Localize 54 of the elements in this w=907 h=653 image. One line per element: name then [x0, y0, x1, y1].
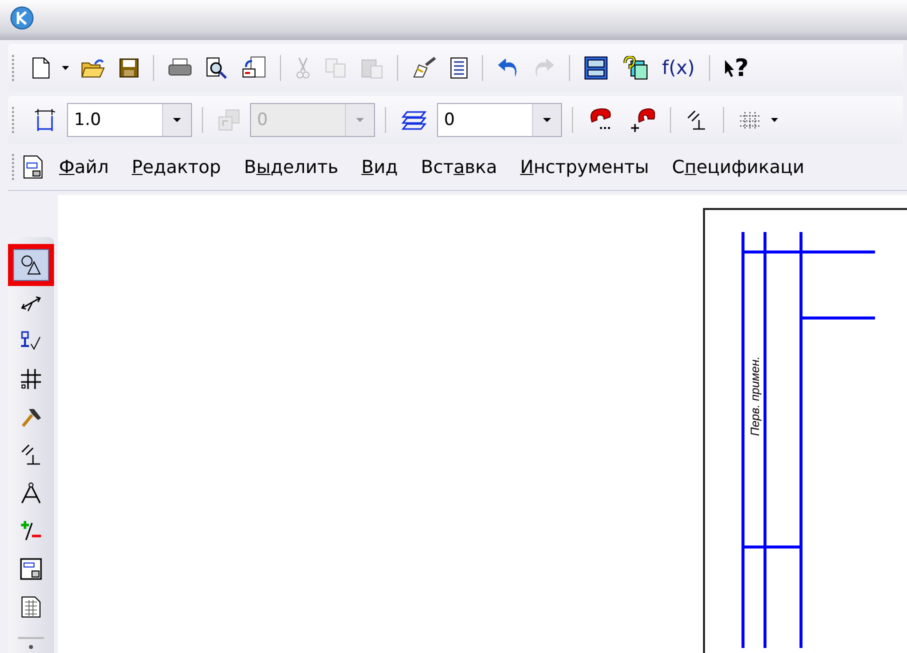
perpendicular-icon: [686, 110, 708, 130]
compass-icon: [20, 482, 42, 504]
layers-icon: [401, 110, 427, 130]
document-icon: [32, 57, 50, 79]
stamp-label: Перв. примен.: [748, 356, 762, 436]
function-button[interactable]: f(x): [657, 51, 700, 85]
menu-item[interactable]: Вставка: [420, 156, 498, 178]
printer-icon: [168, 58, 192, 78]
menu-item[interactable]: Вид: [361, 156, 398, 178]
dot-icon: [29, 645, 33, 649]
document-window-icon[interactable]: [23, 155, 43, 179]
magnifier-page-icon: [206, 57, 228, 79]
roughness-symbol-icon: [20, 330, 42, 352]
table-document-icon: [21, 596, 41, 618]
panel-window-icon: [584, 56, 608, 80]
circle-triangle-icon: [20, 254, 42, 276]
magnet-icon: [588, 108, 614, 132]
menu-item[interactable]: Инструменты: [520, 156, 649, 178]
combo-value: 0: [443, 109, 456, 132]
combo-value: 1.0: [73, 109, 102, 132]
clipboard-icon: [361, 57, 383, 79]
combo-box[interactable]: 0: [437, 103, 562, 137]
caret-icon: [543, 118, 551, 122]
menu-item[interactable]: Редактор: [132, 156, 221, 178]
combo-box[interactable]: 1.0: [67, 103, 192, 137]
combo-value: 0: [256, 109, 269, 132]
hammer-icon: [20, 406, 42, 428]
stacked-sheets-icon: [218, 109, 240, 131]
menu-item[interactable]: Файл: [59, 156, 109, 178]
grid-icon: [739, 111, 761, 129]
menu-item[interactable]: Выделить: [244, 156, 338, 178]
scissors-icon: [295, 57, 311, 79]
window-form-icon: [20, 558, 42, 580]
perpendicular-icon: [20, 444, 42, 466]
sheet-arrow-icon: [242, 56, 266, 80]
caret-icon: [173, 118, 181, 122]
pointer-icon: [724, 59, 734, 77]
app-logo-icon: [10, 6, 34, 30]
caret-icon: [771, 118, 778, 122]
caret-icon: [356, 118, 364, 122]
scale-icon: [33, 107, 57, 133]
magnet-icon: [629, 108, 655, 132]
copy-icon: [325, 58, 347, 78]
folder-icon: [81, 58, 105, 78]
menu-item[interactable]: Спецификаци: [672, 156, 804, 178]
question-windows-icon: [622, 56, 648, 80]
redo-arrow-icon: [533, 57, 555, 79]
grid-nodes-icon: [20, 368, 42, 390]
plus-minus-icon: [20, 520, 42, 542]
undo-arrow-icon: [497, 57, 519, 79]
help-button[interactable]: ?: [718, 51, 754, 85]
caret-icon: [62, 66, 69, 70]
brush-icon: [412, 57, 436, 79]
list-icon: [450, 57, 468, 79]
